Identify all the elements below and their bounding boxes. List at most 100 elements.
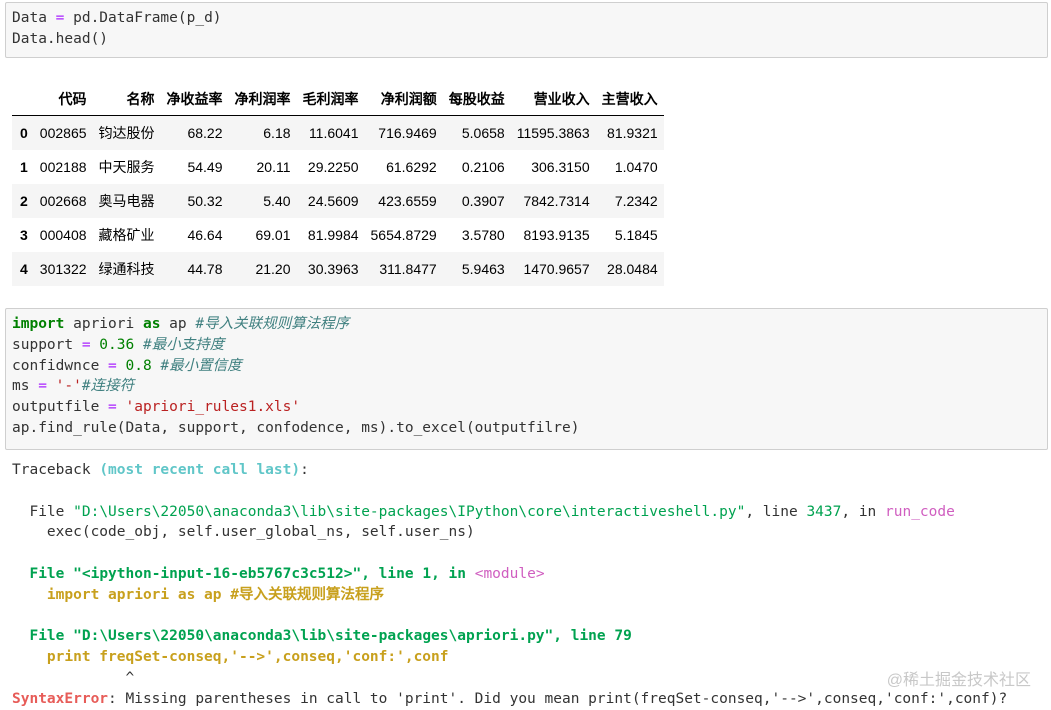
- table-cell: 绿通科技: [98, 261, 155, 277]
- column-header: 净利润额: [364, 82, 443, 116]
- table-cell: 0.3907: [461, 193, 505, 209]
- table-cell: 81.9984: [307, 227, 359, 243]
- code-number: 0.36: [90, 336, 143, 353]
- code-token: ms: [12, 378, 39, 395]
- row-index: 0: [20, 125, 28, 141]
- code-keyword: as: [142, 316, 161, 332]
- table-row: 2 002668 奥马电器 50.32 5.40 24.5609 423.6559 0.390…: [12, 184, 664, 218]
- table-cell: 81.9321: [607, 125, 658, 141]
- table-cell: 50.32: [187, 193, 223, 209]
- column-header: 代码: [33, 82, 93, 116]
- table-cell: 54.49: [187, 159, 223, 175]
- table-cell: 68.22: [187, 125, 223, 141]
- column-header: 毛利润率: [296, 82, 365, 116]
- column-header: 净利润率: [228, 82, 297, 116]
- table-cell: 钧达股份: [98, 125, 155, 141]
- table-cell: 61.6292: [386, 159, 437, 175]
- code-comment: #连接符: [81, 378, 135, 395]
- table-cell: 6.18: [263, 125, 291, 141]
- column-header: 每股收益: [442, 82, 511, 116]
- table-row: 3 000408 藏格矿业 46.64 69.01 81.9984 5654.8729 3.5…: [12, 218, 664, 252]
- table-row: 0 002865 钧达股份 68.22 6.18 11.6041 716.9469 5.065…: [12, 115, 664, 150]
- frame-2-line-label: , line: [361, 565, 423, 582]
- table-cell: 7.2342: [614, 193, 658, 209]
- code-token: apriori: [64, 316, 143, 332]
- table-cell: 000408: [39, 227, 87, 243]
- table-cell: 28.0484: [607, 261, 658, 277]
- table-cell: 30.3963: [307, 261, 359, 277]
- table-cell: 21.20: [255, 261, 291, 277]
- table-cell: 11595.3863: [516, 125, 590, 141]
- frame-3-code: print freqSet-conseq,'-->',conseq,'conf:…: [12, 649, 449, 666]
- code-token: ap: [160, 316, 196, 332]
- code-token: pd.DataFrame(p_d): [64, 10, 222, 26]
- table-cell: 20.11: [256, 159, 291, 175]
- code-token: outputfile: [12, 399, 109, 416]
- table-cell: 423.6559: [378, 193, 437, 209]
- code-token: Data.head(): [12, 30, 109, 47]
- code-cell-2-source[interactable]: import apriori as ap #导入关联规则算法程序 support…: [6, 309, 1047, 444]
- code-number: 0.8: [116, 357, 161, 374]
- error-message: : Missing parentheses in call to 'print'…: [108, 690, 1008, 707]
- error-traceback-output: Traceback (most recent call last): File …: [12, 460, 1007, 710]
- table-cell: 7842.7314: [523, 193, 590, 209]
- table-cell: 311.8477: [379, 261, 437, 277]
- traceback-colon: :: [300, 462, 309, 478]
- table-cell: 5.1845: [614, 227, 658, 243]
- table-cell: 46.64: [187, 227, 223, 243]
- table-cell: 5.40: [263, 193, 291, 209]
- table-cell: 0.2106: [461, 159, 505, 175]
- frame-1-function: run_code: [885, 503, 955, 520]
- table-header-row: 代码 名称 净收益率 净利润率 毛利润率 净利润额 每股收益 营业收入 主营收入: [12, 82, 664, 116]
- code-token: support: [12, 336, 82, 353]
- code-operator: =: [108, 357, 117, 374]
- table-cell: 奥马电器: [98, 193, 155, 209]
- table-cell: 5654.8729: [370, 227, 437, 243]
- frame-1-file-label: File: [29, 503, 74, 520]
- table-cell: 中天服务: [98, 159, 155, 175]
- frame-1-code: exec(code_obj, self.user_global_ns, self…: [12, 524, 475, 541]
- frame-3-file-label: File: [29, 628, 74, 645]
- table-cell: 002188: [39, 159, 87, 175]
- row-index: 2: [20, 193, 28, 209]
- frame-2-line-number: 1: [422, 565, 432, 582]
- index-header: [12, 82, 34, 116]
- code-comment: #导入关联规则算法程序: [195, 316, 350, 332]
- code-string: '-': [46, 378, 82, 395]
- dataframe-output-table: 代码 名称 净收益率 净利润率 毛利润率 净利润额 每股收益 营业收入 主营收入 0 002865…: [12, 82, 664, 286]
- code-cell-1[interactable]: Data = pd.DataFrame(p_d) Data.head(): [5, 2, 1048, 58]
- table-body: 0 002865 钧达股份 68.22 6.18 11.6041 716.9469 5.065…: [12, 115, 664, 286]
- frame-1-line-label: , line: [745, 503, 807, 520]
- error-type: SyntaxError: [12, 690, 109, 707]
- table-cell: 002668: [39, 193, 87, 209]
- table-cell: 301322: [39, 261, 87, 277]
- table-cell: 002865: [39, 125, 87, 141]
- table-cell: 8193.9135: [523, 227, 590, 243]
- table-cell: 24.5609: [307, 193, 359, 209]
- row-index: 1: [20, 159, 28, 175]
- table-cell: 29.2250: [307, 159, 359, 175]
- table-cell: 44.78: [187, 261, 223, 277]
- code-string: 'apriori_rules1.xls': [116, 399, 301, 416]
- frame-2-code: import apriori as ap #导入关联规则算法程序: [12, 586, 384, 603]
- code-token: ap.find_rule(Data, support, confodence, …: [12, 419, 580, 436]
- table-cell: 716.9469: [378, 125, 437, 141]
- code-cell-1-source[interactable]: Data = pd.DataFrame(p_d) Data.head(): [6, 3, 1047, 55]
- traceback-label: Traceback: [12, 462, 100, 478]
- code-operator: =: [108, 399, 117, 416]
- code-operator: =: [38, 378, 47, 395]
- column-header: 营业收入: [510, 82, 596, 116]
- code-comment: #最小置信度: [160, 357, 242, 374]
- table-cell: 69.01: [255, 227, 291, 243]
- code-operator: =: [81, 336, 91, 353]
- column-header: 净收益率: [160, 82, 229, 116]
- frame-3-path: "D:\Users\22050\anaconda3\lib\site-packa…: [73, 628, 554, 645]
- row-index: 4: [20, 261, 28, 277]
- table-cell: 5.0658: [461, 125, 505, 141]
- traceback-label-detail: (most recent call last): [99, 462, 301, 478]
- table-cell: 5.9463: [461, 261, 505, 277]
- code-comment: #最小支持度: [142, 336, 225, 353]
- table-cell: 藏格矿业: [98, 227, 155, 243]
- frame-1-path: "D:\Users\22050\anaconda3\lib\site-packa…: [73, 503, 746, 520]
- code-cell-2[interactable]: import apriori as ap #导入关联规则算法程序 support…: [5, 308, 1048, 450]
